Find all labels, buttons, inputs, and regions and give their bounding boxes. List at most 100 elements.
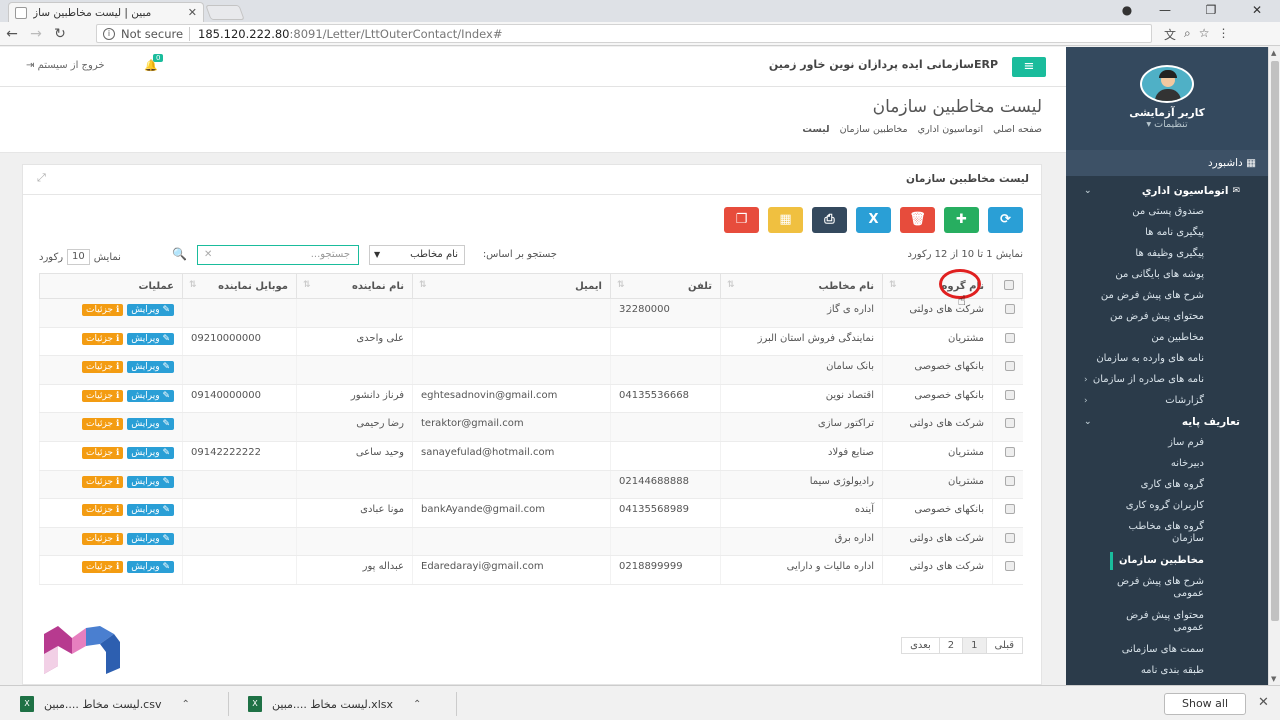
minimize-icon[interactable]: — (1142, 0, 1188, 20)
logout-link[interactable]: خروج از سیستم ⇥ (26, 60, 105, 71)
row-checkbox[interactable] (1004, 304, 1015, 314)
sidebar-item[interactable]: صندوق پستی من (1066, 201, 1268, 222)
row-checkbox[interactable] (1004, 561, 1015, 572)
details-button[interactable]: ℹ جزئیات (82, 561, 124, 574)
table-row[interactable]: بانکهای خصوصی اقتصاد نوین 04135536668 eghte… (39, 384, 1023, 414)
back-icon[interactable]: ← (0, 26, 24, 42)
row-checkbox[interactable] (1004, 332, 1015, 343)
sidebar-item[interactable]: پوشه های بایگانی من (1066, 264, 1268, 285)
details-button[interactable]: ℹ جزئیات (82, 389, 124, 402)
expand-icon[interactable]: ⤢ (37, 171, 46, 185)
new-tab-button[interactable] (205, 5, 245, 20)
edit-button[interactable]: ✎ ویرایش (127, 361, 174, 374)
col-rep[interactable]: نام نماینده ⇅ (296, 273, 413, 299)
edit-button[interactable]: ✎ ویرایش (127, 389, 174, 402)
edit-button[interactable]: ✎ ویرایش (127, 532, 174, 545)
details-button[interactable]: ℹ جزئیات (82, 446, 124, 459)
row-checkbox[interactable] (1004, 418, 1015, 429)
table-row[interactable]: شرکت های دولتی اداره مالیات و دارایی 02188… (39, 555, 1023, 585)
breadcrumb-contacts[interactable]: مخاطبین سازمان (840, 124, 908, 135)
row-select-cell[interactable] (992, 555, 1023, 585)
row-select-cell[interactable] (992, 470, 1023, 500)
details-button[interactable]: ℹ جزئیات (82, 332, 124, 345)
add-button[interactable]: ✚ (944, 207, 979, 233)
col-name[interactable]: نام مخاطب ⇅ (720, 273, 883, 299)
sidebar-item[interactable]: گروه های مخاطب سازمان (1066, 516, 1268, 550)
breadcrumb-automation[interactable]: اتوماسيون اداري (918, 124, 983, 135)
sidebar-item[interactable]: کاربران گروه کاری (1066, 495, 1268, 516)
select-all-header[interactable] (992, 273, 1023, 299)
row-select-cell[interactable] (992, 498, 1023, 528)
edit-button[interactable]: ✎ ویرایش (127, 561, 174, 574)
col-phone[interactable]: تلفن ⇅ (610, 273, 721, 299)
details-button[interactable]: ℹ جزئیات (82, 532, 124, 545)
sidebar-item[interactable]: پیگیری وظیفه ها (1066, 243, 1268, 264)
sidebar-item-contacts-active[interactable]: مخاطبین سازمان (1066, 550, 1268, 571)
sidebar-item[interactable]: فرم ساز (1066, 432, 1268, 453)
row-select-cell[interactable] (992, 441, 1023, 471)
row-checkbox[interactable] (1004, 532, 1015, 543)
per-page-select[interactable]: 10 (67, 249, 90, 265)
next-page-button[interactable]: بعدی (902, 638, 939, 653)
notification-bell-icon[interactable]: 🔔 0 (144, 54, 164, 72)
scroll-thumb[interactable] (1271, 61, 1279, 621)
print-button[interactable]: ⎙ (812, 207, 847, 233)
row-select-cell[interactable] (992, 527, 1023, 557)
page-scrollbar[interactable]: ▲ ▼ (1268, 47, 1280, 685)
row-checkbox[interactable] (1004, 361, 1015, 372)
browser-tab[interactable]: مبین | لیست مخاطبین ساز ✕ (8, 2, 204, 22)
table-row[interactable]: شرکت های دولتی اداره برق ✎ ویرایش ℹ جزئیات (39, 527, 1023, 557)
details-button[interactable]: ℹ جزئیات (82, 361, 124, 374)
sidebar-item[interactable]: گزارشات ‹ (1066, 390, 1268, 411)
col-mobile[interactable]: موبایل نماینده ⇅ (182, 273, 297, 299)
edit-button[interactable]: ✎ ویرایش (127, 504, 174, 517)
sidebar-item[interactable]: نامه های صادره از سازمان ‹ (1066, 369, 1268, 390)
edit-button[interactable]: ✎ ویرایش (127, 332, 174, 345)
url-input[interactable]: i Not secure 185.120.222.80 :8091/Letter… (96, 24, 1152, 43)
page-2-button[interactable]: 2 (938, 638, 963, 653)
row-select-cell[interactable] (992, 412, 1023, 442)
table-row[interactable]: شرکت های دولتی اداره ی گاز 32280000 ✎ ویرای… (39, 298, 1023, 328)
chevron-up-icon[interactable]: ⌃ (413, 699, 421, 710)
delete-button[interactable]: 🗑 (900, 207, 935, 233)
table-row[interactable]: شرکت های دولتی تراکتور سازی teraktor@gmail… (39, 412, 1023, 442)
reload-icon[interactable]: ↻ (48, 26, 72, 42)
close-window-icon[interactable]: ✕ (1234, 0, 1280, 20)
excel-export-button[interactable]: X (856, 207, 891, 233)
copy-button[interactable]: ❐ (724, 207, 759, 233)
details-button[interactable]: ℹ جزئیات (82, 418, 124, 431)
refresh-button[interactable]: ⟳ (988, 207, 1023, 233)
edit-button[interactable]: ✎ ویرایش (127, 418, 174, 431)
close-tab-icon[interactable]: ✕ (188, 6, 197, 19)
details-button[interactable]: ℹ جزئیات (82, 504, 124, 517)
clear-icon[interactable]: ✕ (204, 246, 212, 264)
sidebar-item[interactable]: محتوای پیش فرض عمومی (1066, 605, 1268, 639)
sidebar-item[interactable]: محتوای پیش فرض من (1066, 306, 1268, 327)
sidebar-item[interactable]: مخاطبین من (1066, 327, 1268, 348)
close-icon[interactable]: ✕ (1258, 695, 1269, 710)
chevron-up-icon[interactable]: ⌃ (181, 699, 189, 710)
search-input[interactable]: جستجو... ✕ (197, 245, 359, 265)
row-checkbox[interactable] (1004, 504, 1015, 515)
col-email[interactable]: ایمیل ⇅ (412, 273, 611, 299)
sidebar-item[interactable]: شرح های پیش فرض عمومی (1066, 571, 1268, 605)
row-checkbox[interactable] (1004, 389, 1015, 400)
table-row[interactable]: مشتریان رادیولوژی سیما 02144688888 ✎ ویرایش… (39, 470, 1023, 500)
table-row[interactable]: بانکهای خصوصی بانک سامان ✎ ویرایش ℹ جزئیات (39, 355, 1023, 385)
sidebar-item[interactable]: دبیرخانه (1066, 453, 1268, 474)
browser-menu-icon[interactable]: ⋮ (1218, 26, 1230, 43)
table-row[interactable]: مشتریان نمایندگی فروش استان البرز علی واحد… (39, 327, 1023, 357)
breadcrumb-home[interactable]: صفحه اصلي (993, 124, 1042, 135)
select-all-checkbox[interactable] (1004, 279, 1014, 290)
page-1-button[interactable]: 1 (962, 638, 986, 653)
scroll-down-icon[interactable]: ▼ (1271, 675, 1276, 683)
scroll-up-icon[interactable]: ▲ (1271, 49, 1276, 57)
sidebar-item[interactable]: طبقه بندی نامه (1066, 660, 1268, 681)
settings-link[interactable]: تنظیمات ▾ (1066, 119, 1268, 130)
info-icon[interactable]: i (103, 27, 115, 40)
row-checkbox[interactable] (1004, 446, 1015, 457)
edit-button[interactable]: ✎ ویرایش (127, 304, 174, 316)
zoom-icon[interactable]: ⌕ (1184, 26, 1191, 43)
row-select-cell[interactable] (992, 384, 1023, 414)
table-row[interactable]: بانکهای خصوصی آینده 04135568989 bankAyande@… (39, 498, 1023, 528)
